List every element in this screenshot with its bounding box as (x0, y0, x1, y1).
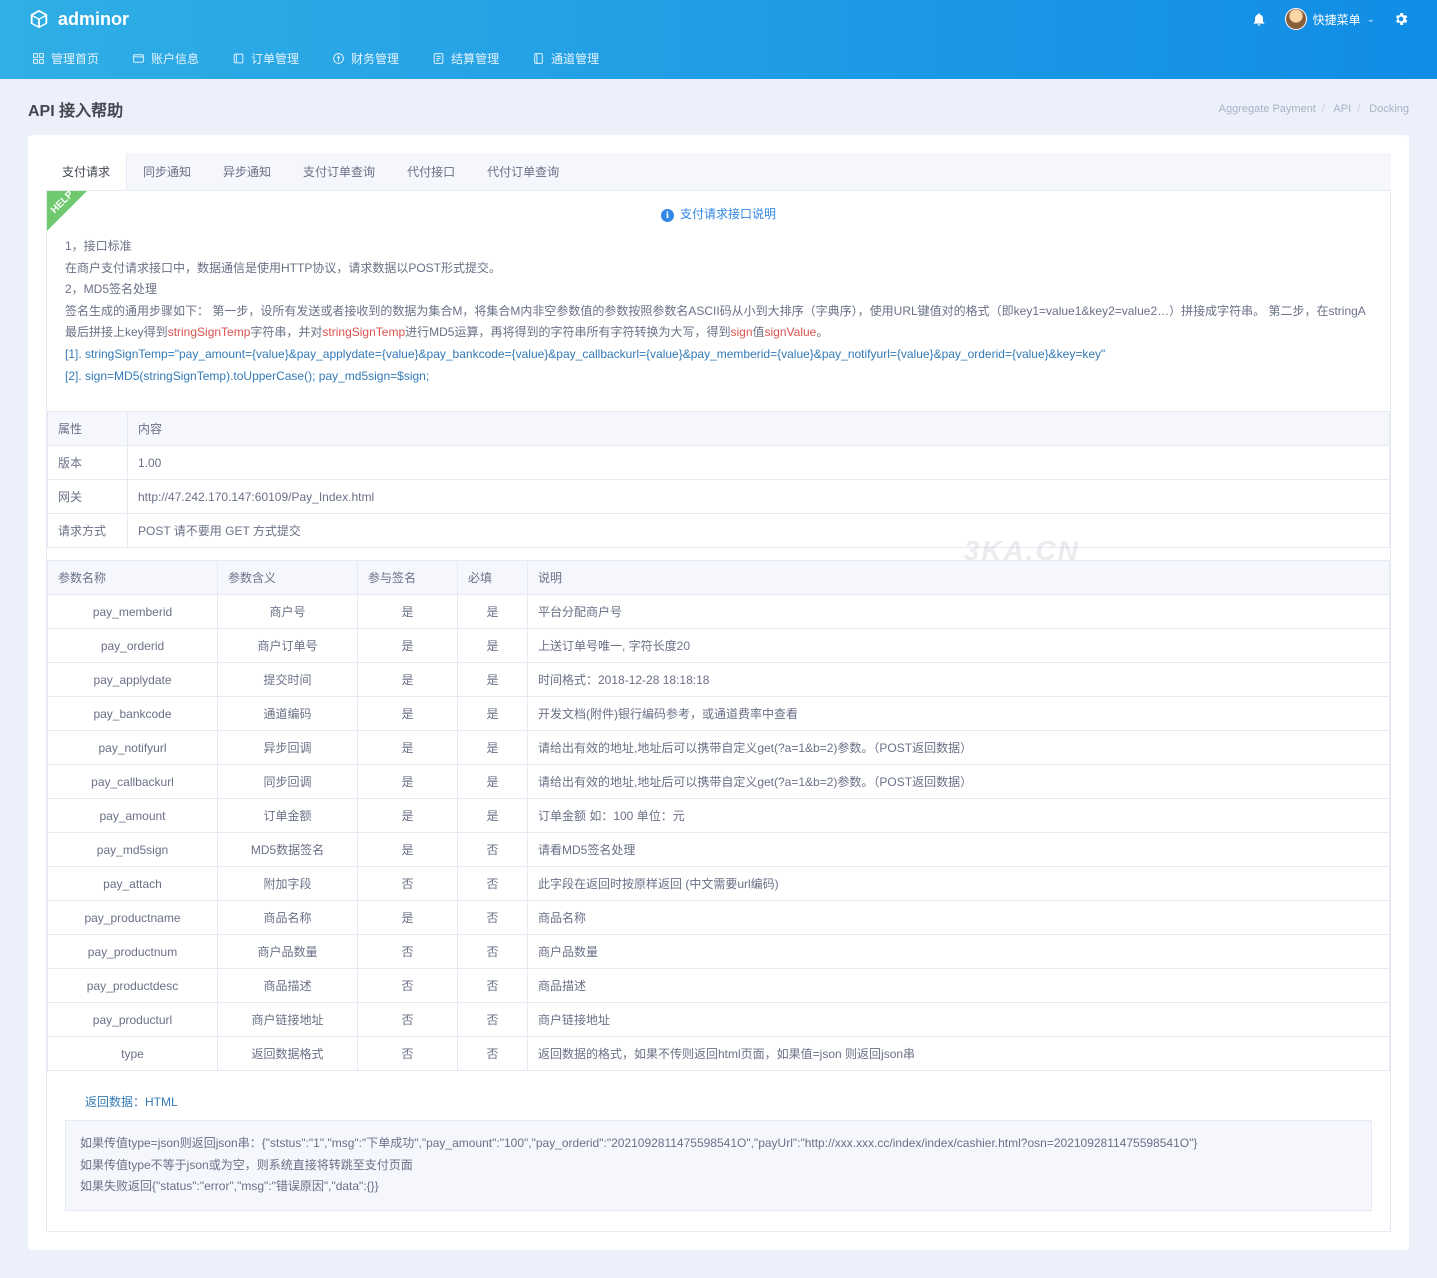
logo-text: adminor (58, 9, 129, 30)
table-row: pay_attach附加字段否否此字段在返回时按原样返回 (中文需要url编码) (48, 867, 1390, 901)
description: 1，接口标准 在商户支付请求接口中，数据通信是使用HTTP协议，请求数据以POS… (47, 236, 1390, 411)
table-row: pay_productnum商户品数量否否商户品数量 (48, 935, 1390, 969)
tab-body: HELP 3KA.CN 支付请求接口说明 1，接口标准 在商户支付请求接口中，数… (46, 191, 1391, 1232)
nav-finance[interactable]: 财务管理 (328, 38, 403, 79)
table-row: pay_notifyurl异步回调是是请给出有效的地址,地址后可以携带自定义ge… (48, 731, 1390, 765)
page-title: API 接入帮助 (28, 97, 123, 121)
table-row: pay_md5signMD5数据签名是否请看MD5签名处理 (48, 833, 1390, 867)
down-icon (65, 1096, 77, 1108)
table-row: pay_amount订单金额是是订单金额 如：100 单位：元 (48, 799, 1390, 833)
nav-settle[interactable]: 结算管理 (428, 38, 503, 79)
meta-table: 属性 内容 版本1.00网关http://47.242.170.147:6010… (47, 411, 1390, 548)
tab-pay-query[interactable]: 支付订单查询 (287, 153, 391, 190)
table-row: pay_productname商品名称是否商品名称 (48, 901, 1390, 935)
tab-sync-notify[interactable]: 同步通知 (127, 153, 207, 190)
table-row: 请求方式POST 请不要用 GET 方式提交 (48, 514, 1390, 548)
user-menu[interactable]: 快捷菜单 ⌄ (1285, 8, 1375, 30)
chevron-down-icon: ⌄ (1367, 14, 1375, 25)
topbar: adminor 快捷菜单 ⌄ 管理首页 账户信息 订单管理 财务管理 结算管理 … (0, 0, 1437, 79)
table-row: pay_orderid商户订单号是是上送订单号唯一, 字符长度20 (48, 629, 1390, 663)
table-row: type返回数据格式否否返回数据的格式，如果不传则返回html页面，如果值=js… (48, 1037, 1390, 1071)
help-ribbon: HELP (47, 191, 87, 231)
gear-icon[interactable] (1393, 11, 1409, 27)
nav-orders[interactable]: 订单管理 (228, 38, 303, 79)
tab-async-notify[interactable]: 异步通知 (207, 153, 287, 190)
main-card: 支付请求 同步通知 异步通知 支付订单查询 代付接口 代付订单查询 HELP 3… (28, 135, 1409, 1250)
table-row: pay_bankcode通道编码是是开发文档(附件)银行编码参考，或通道费率中查… (48, 697, 1390, 731)
breadcrumb: Aggregate Payment/ API/ Docking (1219, 103, 1409, 115)
logo[interactable]: adminor (28, 8, 129, 30)
table-row: pay_productdesc商品描述否否商品描述 (48, 969, 1390, 1003)
avatar (1285, 8, 1307, 30)
nav-channel[interactable]: 通道管理 (528, 38, 603, 79)
user-name: 快捷菜单 (1313, 11, 1361, 28)
tab-payout-query[interactable]: 代付订单查询 (471, 153, 575, 190)
tab-pay-request[interactable]: 支付请求 (46, 153, 127, 190)
param-table: 参数名称 参数含义 参与签名 必填 说明 pay_memberid商户号是是平台… (47, 560, 1390, 1071)
page-header: API 接入帮助 Aggregate Payment/ API/ Docking (28, 97, 1409, 121)
tab-payout[interactable]: 代付接口 (391, 153, 471, 190)
table-row: pay_producturl商户链接地址否否商户链接地址 (48, 1003, 1390, 1037)
nav-home[interactable]: 管理首页 (28, 38, 103, 79)
tabs: 支付请求 同步通知 异步通知 支付订单查询 代付接口 代付订单查询 (46, 153, 1391, 191)
nav-account[interactable]: 账户信息 (128, 38, 203, 79)
table-row: 版本1.00 (48, 446, 1390, 480)
table-row: pay_applydate提交时间是是时间格式：2018-12-28 18:18… (48, 663, 1390, 697)
info-title: 支付请求接口说明 (47, 191, 1390, 236)
bell-icon[interactable] (1251, 11, 1267, 27)
table-row: pay_memberid商户号是是平台分配商户号 (48, 595, 1390, 629)
table-row: pay_callbackurl同步回调是是请给出有效的地址,地址后可以携带自定义… (48, 765, 1390, 799)
return-label: 返回数据：HTML (47, 1083, 1390, 1120)
table-row: 网关http://47.242.170.147:60109/Pay_Index.… (48, 480, 1390, 514)
cube-icon (28, 8, 50, 30)
return-sample: 如果传值type=json则返回json串：{"ststus":"1","msg… (65, 1120, 1372, 1211)
topnav: 管理首页 账户信息 订单管理 财务管理 结算管理 通道管理 (0, 38, 1437, 79)
